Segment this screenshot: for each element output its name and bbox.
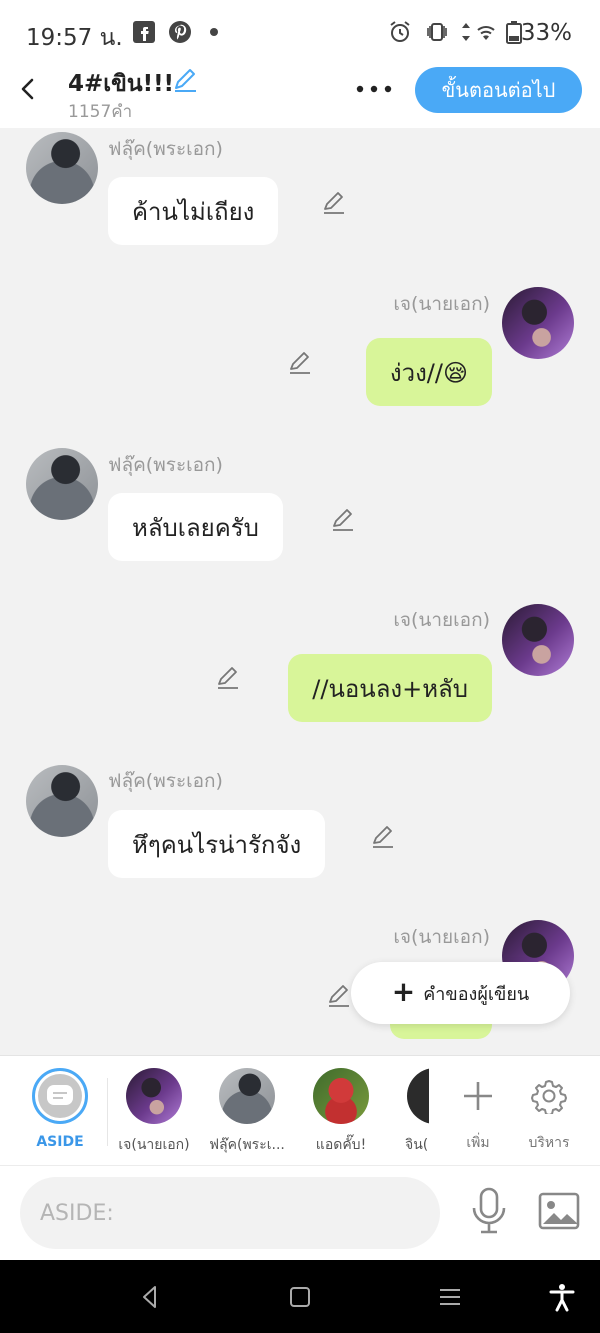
message-bubble[interactable]: ค้านไม่เถียง xyxy=(108,177,279,245)
status-bar: 19:57 น. 33% xyxy=(0,0,600,66)
alarm-icon xyxy=(390,21,410,42)
avatar-flook[interactable] xyxy=(26,448,98,520)
notification-dot-icon xyxy=(210,28,218,36)
data-arrows-icon xyxy=(462,23,470,41)
facebook-icon xyxy=(133,21,155,43)
avatar-jay[interactable] xyxy=(502,604,574,676)
chat-area[interactable]: ฟลุ๊ค(พระเอก) ค้านไม่เถียง เจ(นายเอก) ง่… xyxy=(0,128,600,1055)
edit-message-pencil-icon[interactable] xyxy=(329,505,357,533)
character-flook[interactable]: ฟลุ๊ค(พระเ... xyxy=(202,1068,292,1156)
edit-message-pencil-icon[interactable] xyxy=(369,822,397,850)
avatar-addcub xyxy=(313,1068,369,1124)
vibrate-icon xyxy=(427,23,447,41)
author-note-button[interactable]: + คำของผู้เขียน xyxy=(351,962,570,1024)
avatar-jin xyxy=(407,1068,429,1124)
character-aside[interactable]: ASIDE xyxy=(15,1068,105,1150)
add-label: เพิ่ม xyxy=(466,1135,490,1151)
word-count: 1157คำ xyxy=(68,102,133,122)
status-time: 19:57 น. xyxy=(26,25,123,51)
character-jin[interactable]: จิน( xyxy=(385,1068,429,1156)
battery-percent: 33% xyxy=(520,20,572,46)
chat-bubble-icon xyxy=(47,1085,73,1105)
system-nav-bar xyxy=(0,1260,600,1333)
manage-label: บริหาร xyxy=(528,1135,570,1151)
gear-icon xyxy=(531,1080,567,1114)
message-bubble[interactable]: หลับเลยครับ xyxy=(108,493,283,561)
more-options-icon[interactable] xyxy=(352,74,396,104)
top-app-bar: 4#เขิน!!! 1157คำ ขั้นตอนต่อไป xyxy=(0,66,600,128)
character-label: แอดคั๊บ! xyxy=(315,1137,367,1153)
avatar-jay[interactable] xyxy=(502,287,574,359)
avatar-flook xyxy=(219,1068,275,1124)
avatar-flook[interactable] xyxy=(26,132,98,204)
speaker-name: ฟลุ๊ค(พระเอก) xyxy=(108,454,223,476)
story-title: 4#เขิน!!! xyxy=(68,71,175,97)
add-character-button[interactable]: เพิ่ม xyxy=(443,1068,513,1154)
divider xyxy=(107,1078,108,1146)
character-label: จิน( xyxy=(405,1137,429,1153)
character-label: ASIDE xyxy=(36,1134,84,1150)
character-bar: ASIDE เจ(นายเอก) ฟลุ๊ค(พระเ... แอดคั๊บ! … xyxy=(0,1055,600,1165)
wifi-icon xyxy=(477,26,495,40)
edit-message-pencil-icon[interactable] xyxy=(214,663,242,691)
nav-home-icon[interactable] xyxy=(285,1282,315,1312)
image-icon[interactable] xyxy=(537,1190,581,1232)
composer-bar xyxy=(0,1165,600,1260)
speaker-name: ฟลุ๊ค(พระเอก) xyxy=(108,770,223,792)
accessibility-icon[interactable] xyxy=(547,1282,577,1312)
aside-avatar xyxy=(32,1068,88,1124)
avatar-jay xyxy=(126,1068,182,1124)
character-label: เจ(นายเอก) xyxy=(118,1137,190,1153)
edit-title-pencil-icon[interactable] xyxy=(170,64,200,94)
nav-back-icon[interactable] xyxy=(135,1282,165,1312)
edit-message-pencil-icon[interactable] xyxy=(325,981,353,1009)
character-label: ฟลุ๊ค(พระเ... xyxy=(209,1137,285,1153)
message-input[interactable] xyxy=(20,1177,440,1249)
next-step-button[interactable]: ขั้นตอนต่อไป xyxy=(415,67,582,113)
plus-icon xyxy=(464,1082,492,1110)
character-addcub[interactable]: แอดคั๊บ! xyxy=(296,1068,386,1156)
author-note-label: คำของผู้เขียน xyxy=(423,983,530,1005)
speaker-name: เจ(นายเอก) xyxy=(393,609,490,631)
speaker-name: ฟลุ๊ค(พระเอก) xyxy=(108,138,223,160)
message-bubble[interactable]: //นอนลง+หลับ xyxy=(288,654,492,722)
speaker-name: เจ(นายเอก) xyxy=(393,293,490,315)
microphone-icon[interactable] xyxy=(468,1186,510,1236)
speaker-name: เจ(นายเอก) xyxy=(393,926,490,948)
back-arrow-icon[interactable] xyxy=(14,74,44,104)
message-bubble[interactable]: ง่วง//😪 xyxy=(365,338,492,406)
edit-message-pencil-icon[interactable] xyxy=(286,348,314,376)
edit-message-pencil-icon[interactable] xyxy=(320,188,348,216)
nav-recents-icon[interactable] xyxy=(435,1282,465,1312)
manage-characters-button[interactable]: บริหาร xyxy=(514,1068,584,1154)
pinterest-icon xyxy=(169,21,191,43)
character-jay[interactable]: เจ(นายเอก) xyxy=(109,1068,199,1156)
message-bubble[interactable]: หึๆคนไรน่ารักจัง xyxy=(108,810,326,878)
plus-icon: + xyxy=(391,975,416,1008)
avatar-flook[interactable] xyxy=(26,765,98,837)
